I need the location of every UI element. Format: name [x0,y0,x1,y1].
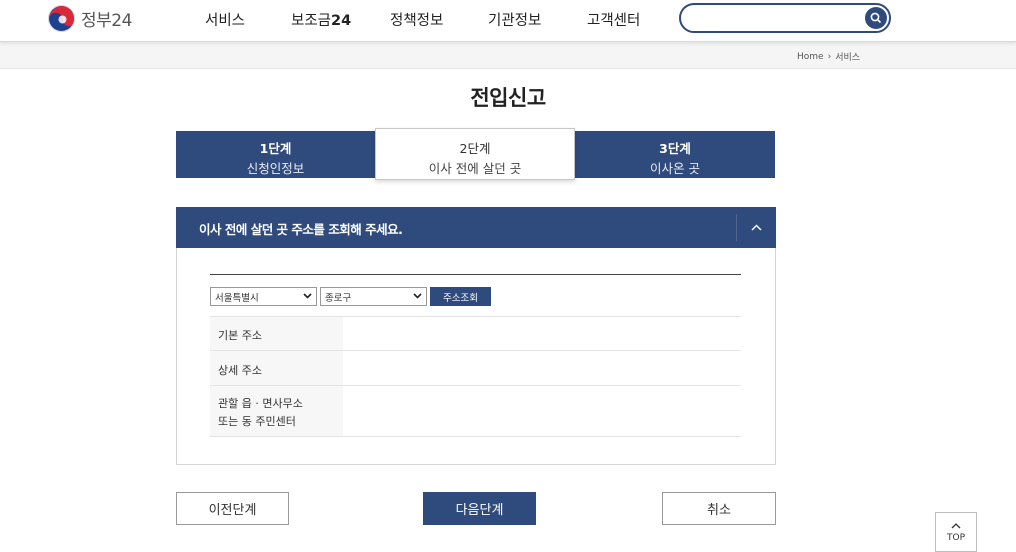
step-indicator: 1단계 신청인정보 2단계 이사 전에 살던 곳 3단계 이사온 곳 [176,128,775,180]
row-label-line: 기본 주소 [218,329,262,342]
breadcrumb-separator: › [827,51,832,62]
step-3-label: 이사온 곳 [650,161,700,176]
search-input[interactable] [679,3,891,33]
chevron-up-icon [951,523,961,529]
chevron-down-icon [303,293,312,299]
section-title: 이사 전에 살던 곳 주소를 조회해 주세요. [199,222,403,237]
step-2-label: 이사 전에 살던 곳 [428,161,522,176]
taegeuk-logo-icon [48,4,75,32]
nav-item-support[interactable]: 고객센터 [587,9,640,30]
breadcrumb-bar: Home › 서비스 [0,42,1016,69]
row-jurisdiction: 관할 읍 · 면사무소 또는 동 주민센터 [210,386,741,437]
chevron-up-icon [751,224,762,231]
row-jurisdiction-label: 관할 읍 · 면사무소 또는 동 주민센터 [210,386,343,436]
step-2-number: 2단계 [459,141,491,156]
logo[interactable]: 정부24 [48,4,132,32]
next-step-button[interactable]: 다음단계 [423,492,536,525]
row-detail-address: 상세 주소 [210,351,741,386]
divider [210,274,741,275]
step-1-label: 신청인정보 [246,161,305,176]
city-select[interactable]: 서울특별시 [210,287,317,306]
district-select-value: 종로구 [325,293,352,304]
cancel-button[interactable]: 취소 [662,492,776,525]
step-2-active: 2단계 이사 전에 살던 곳 [375,128,575,180]
city-select-value: 서울특별시 [215,293,259,304]
logo-text: 정부24 [81,10,132,31]
site-header: 정부24 서비스 보조금24 정책정보 기관정보 고객센터 [0,0,1016,42]
step-3-number: 3단계 [659,141,691,156]
row-label-line: 관할 읍 · 면사무소 [218,397,303,410]
scroll-top-label: TOP [946,533,965,543]
nav-item-subsidy-suffix: 24 [331,13,352,29]
scroll-top-button[interactable]: TOP [935,512,977,552]
nav-item-agency[interactable]: 기관정보 [488,9,541,30]
district-select[interactable]: 종로구 [320,287,427,306]
step-1: 1단계 신청인정보 [176,131,375,178]
breadcrumb-home[interactable]: Home [797,52,824,62]
nav-item-services[interactable]: 서비스 [205,9,245,30]
prev-step-button[interactable]: 이전단계 [176,492,289,525]
breadcrumb: Home › 서비스 [797,50,860,64]
address-lookup-button[interactable]: 주소조회 [430,287,491,306]
row-label-line: 상세 주소 [218,364,262,377]
chevron-down-icon [413,293,422,299]
step-3: 3단계 이사온 곳 [575,131,775,178]
page-title: 전입신고 [470,86,546,110]
collapse-button[interactable] [736,214,776,241]
step-1-number: 1단계 [259,141,292,156]
nav-item-subsidy[interactable]: 보조금24 [291,9,351,30]
address-form: 서울특별시 종로구 주소조회 기본 주소 상세 주소 관할 읍 · 면사무소 또… [176,248,776,465]
row-basic-address-label: 기본 주소 [210,317,343,350]
row-label-line: 또는 동 주민센터 [218,415,296,428]
row-detail-address-label: 상세 주소 [210,351,343,385]
breadcrumb-current[interactable]: 서비스 [835,50,860,63]
section-header: 이사 전에 살던 곳 주소를 조회해 주세요. [176,207,776,248]
nav-item-policy[interactable]: 정책정보 [390,9,443,30]
search-icon[interactable] [865,7,887,29]
row-basic-address: 기본 주소 [210,316,741,351]
nav-item-subsidy-label: 보조금 [291,13,332,29]
